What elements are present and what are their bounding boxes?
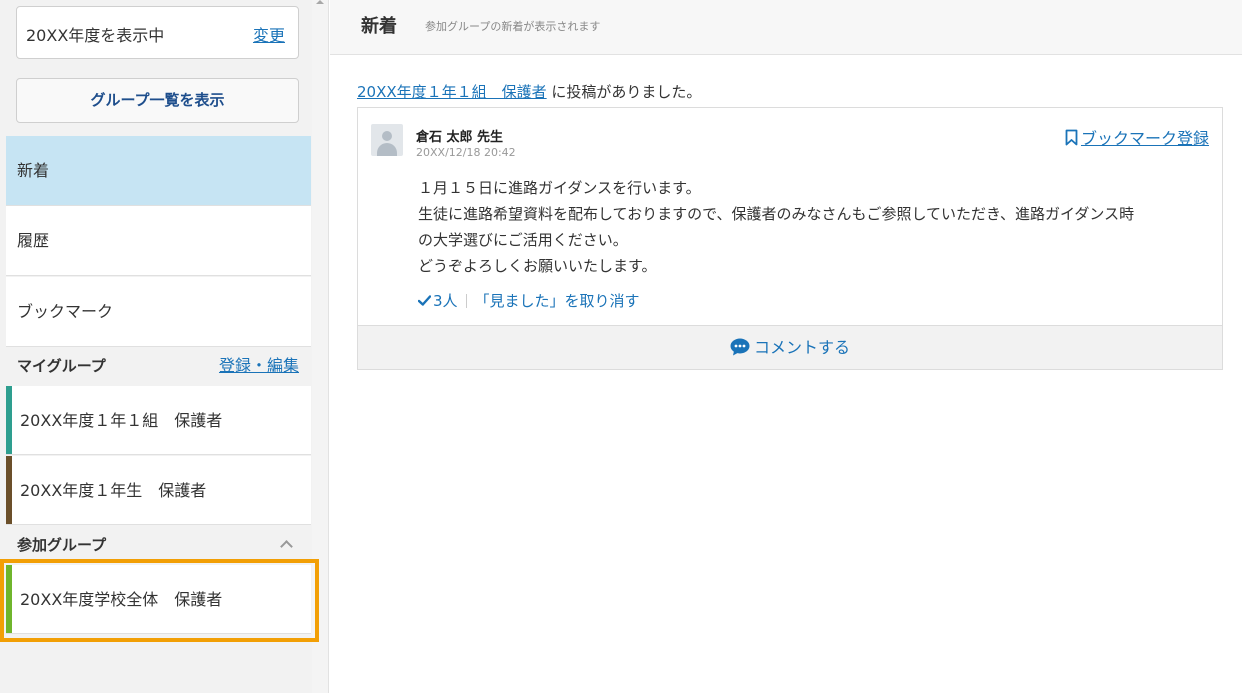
nav-item-bookmark[interactable]: ブックマーク [6, 277, 311, 347]
joined-group-item-school[interactable]: 20XX年度学校全体 保護者 [6, 565, 311, 634]
check-icon [418, 295, 431, 306]
post-body-line: の大学選びにご活用ください。 [418, 231, 628, 249]
page-title: 新着 [361, 16, 397, 37]
my-groups-edit-link[interactable]: 登録・編集 [219, 348, 299, 384]
group-list-button[interactable]: グループ一覧を表示 [16, 78, 299, 123]
year-change-link[interactable]: 変更 [253, 22, 285, 46]
bookmark-button[interactable]: ブックマーク登録 [1065, 125, 1209, 149]
my-group-item-grade1[interactable]: 20XX年度１年生 保護者 [6, 456, 311, 525]
main-header: 新着 参加グループの新着が表示されます [330, 0, 1242, 55]
joined-groups-title: 参加グループ [17, 536, 107, 554]
avatar-head [382, 131, 392, 141]
post-body-line: どうぞよろしくお願いいたします。 [418, 257, 657, 275]
group-color-bar [6, 456, 12, 524]
sidebar-scrollbar[interactable] [312, 0, 329, 693]
notice-suffix: に投稿がありました。 [546, 83, 702, 101]
joined-groups-header: 参加グループ [6, 527, 311, 563]
page-subtitle: 参加グループの新着が表示されます [425, 20, 601, 33]
post-author: 倉石 太郎 先生 [416, 130, 504, 145]
seen-cancel-link[interactable]: 「見ました」を取り消す [475, 292, 640, 310]
group-label: 20XX年度１年１組 保護者 [20, 411, 223, 430]
seen-status: 3人 「見ました」を取り消す [418, 290, 640, 311]
notice-group-link[interactable]: 20XX年度１年１組 保護者 [357, 83, 547, 101]
group-color-bar [6, 386, 12, 454]
my-group-item-class1[interactable]: 20XX年度１年１組 保護者 [6, 386, 311, 455]
post-body-line: １月１５日に進路ガイダンスを行います。 [418, 179, 701, 197]
year-display: 20XX年度を表示中 [26, 26, 165, 45]
avatar-body [377, 143, 397, 156]
comment-label: コメントする [753, 338, 850, 357]
group-color-bar [6, 565, 12, 633]
group-label: 20XX年度１年生 保護者 [20, 481, 207, 500]
bookmark-icon [1065, 129, 1078, 146]
nav-item-new[interactable]: 新着 [6, 136, 311, 206]
seen-divider [465, 294, 467, 308]
avatar [371, 124, 403, 156]
group-label: 20XX年度学校全体 保護者 [20, 590, 223, 609]
my-groups-title: マイグループ [17, 357, 106, 375]
post-body-line: 生徒に進路希望資料を配布しておりますので、保護者のみなさんもご参照していただき、… [418, 205, 1135, 223]
main-content: 新着 参加グループの新着が表示されます 20XX年度１年１組 保護者 に投稿があ… [330, 0, 1242, 693]
nav-item-history[interactable]: 履歴 [6, 206, 311, 276]
scroll-up-arrow-icon[interactable] [316, 0, 324, 4]
post-notice: 20XX年度１年１組 保護者 に投稿がありました。 [357, 81, 701, 102]
my-groups-header: マイグループ 登録・編集 [6, 348, 311, 384]
post-card: 倉石 太郎 先生 20XX/12/18 20:42 ブックマーク登録 １月１５日… [357, 107, 1223, 370]
post-body: １月１５日に進路ガイダンスを行います。 生徒に進路希望資料を配布しておりますので… [418, 175, 1208, 279]
comment-button[interactable]: コメントする [358, 325, 1222, 369]
comment-icon [730, 338, 750, 356]
seen-count[interactable]: 3人 [433, 292, 458, 310]
year-selector: 20XX年度を表示中 変更 [16, 6, 299, 59]
bookmark-label: ブックマーク登録 [1080, 129, 1209, 148]
post-date: 20XX/12/18 20:42 [416, 146, 516, 159]
sidebar: 20XX年度を表示中 変更 グループ一覧を表示 新着 履歴 ブックマーク マイグ… [0, 0, 312, 693]
chevron-up-icon[interactable] [280, 540, 293, 553]
